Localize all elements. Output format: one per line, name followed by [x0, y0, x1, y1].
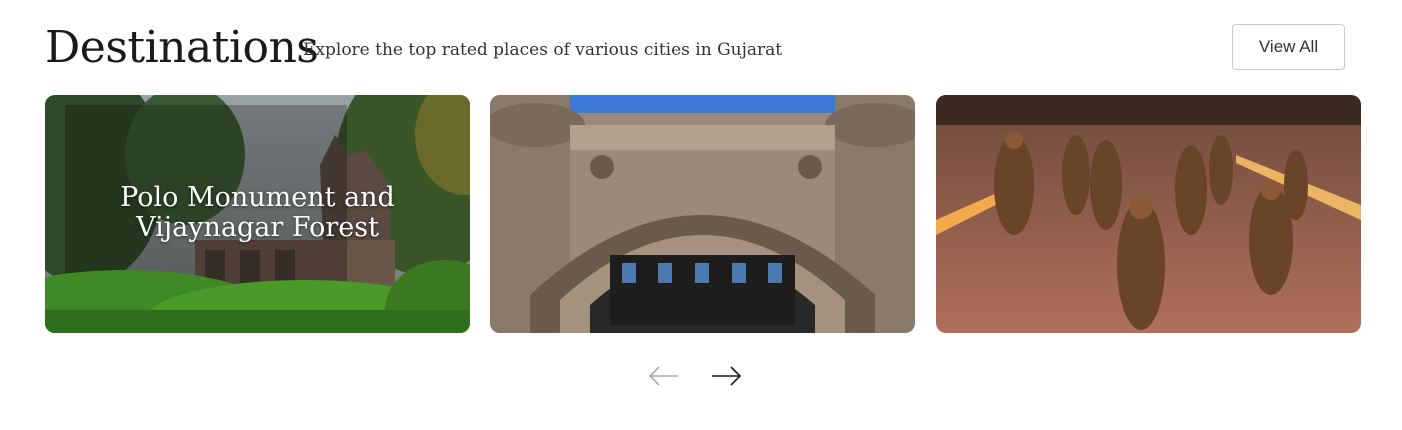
carousel-nav	[644, 360, 744, 392]
carousel-next-button[interactable]	[706, 360, 746, 392]
section-subtitle: Explore the top rated places of various …	[303, 40, 783, 60]
arrow-left-icon	[649, 366, 678, 386]
arrow-right-icon	[712, 366, 742, 386]
destination-card-polo-monument[interactable]: Polo Monument and Vijaynagar Forest	[45, 95, 470, 333]
carousel-prev-button[interactable]	[644, 360, 684, 392]
view-all-button[interactable]: View All	[1232, 24, 1345, 70]
section-title: Destinations	[45, 22, 319, 73]
card-caption: Polo Monument and Vijaynagar Forest	[45, 183, 470, 243]
destination-card-stone-gate[interactable]	[490, 95, 915, 333]
bronze-statues-march-image	[936, 95, 1361, 333]
card-caption-line-2: Vijaynagar Forest	[136, 212, 379, 243]
card-caption-line-1: Polo Monument and	[120, 182, 395, 213]
section-header: Destinations Explore the top rated place…	[45, 18, 1345, 78]
stone-arch-gate-image	[490, 95, 915, 333]
destination-card-bronze-statues[interactable]	[936, 95, 1361, 333]
